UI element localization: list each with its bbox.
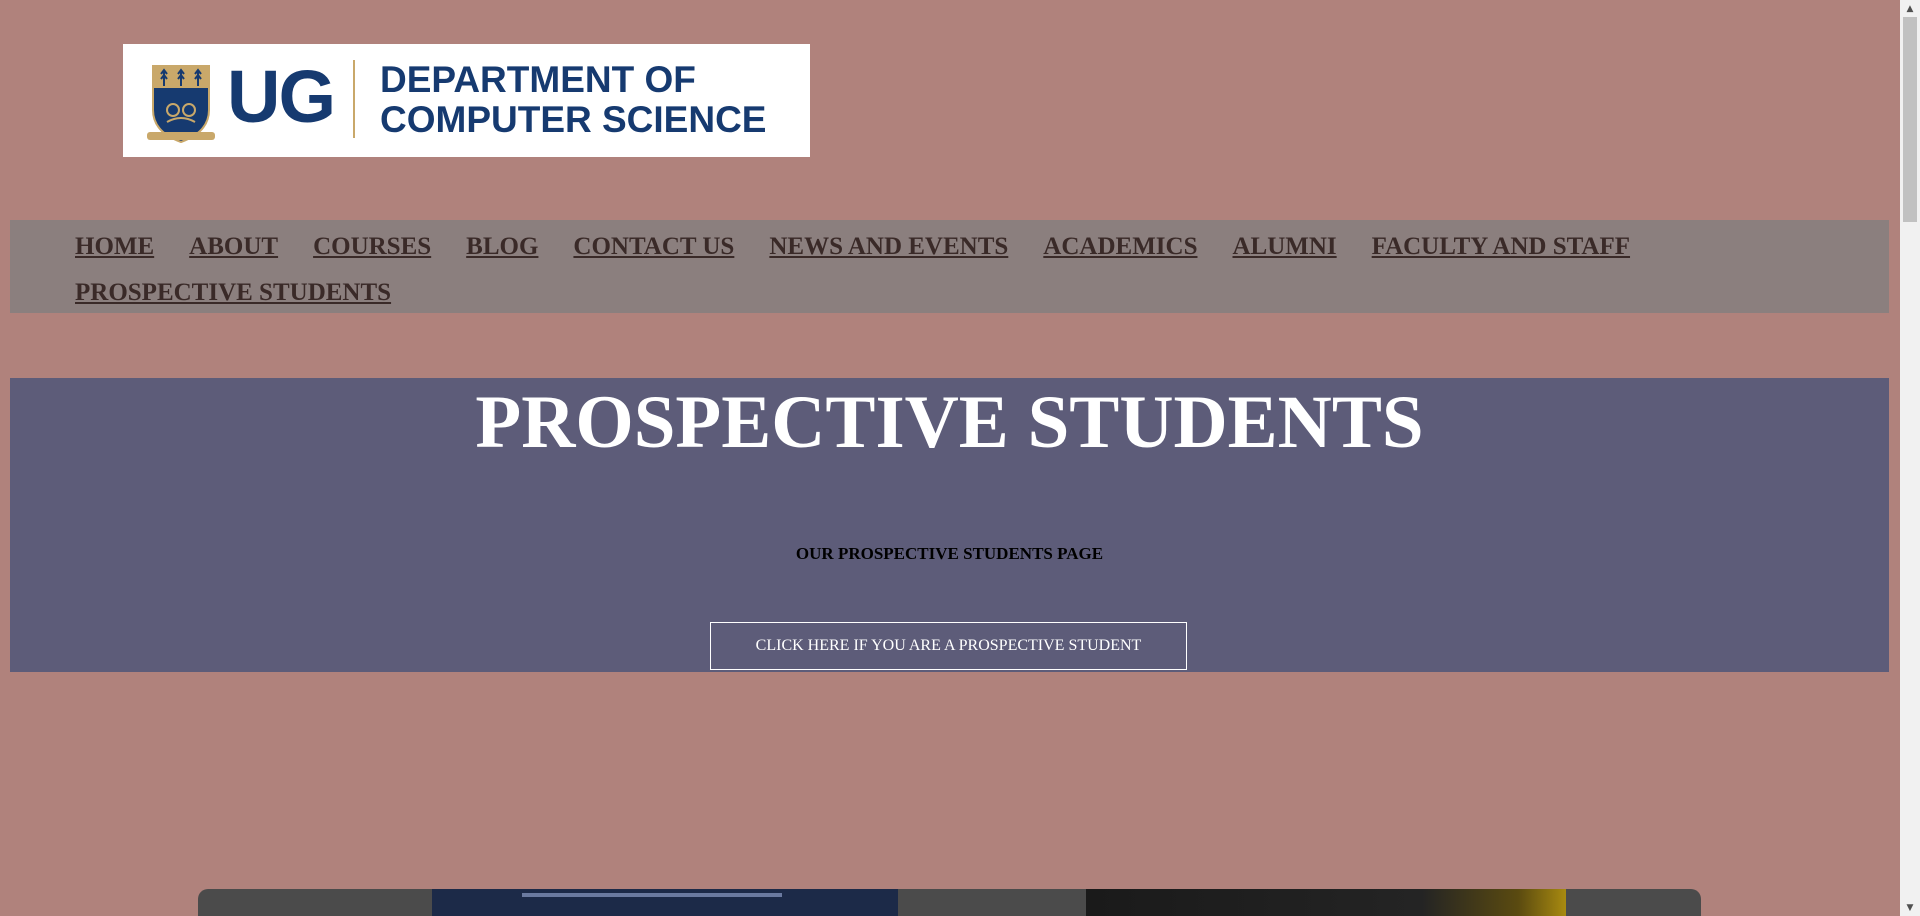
department-logo[interactable]: UG DEPARTMENT OF COMPUTER SCIENCE bbox=[123, 44, 810, 157]
nav-item-academics[interactable]: ACADEMICS bbox=[1043, 224, 1197, 270]
gallery-image bbox=[1086, 889, 1566, 916]
scrollbar-thumb[interactable] bbox=[1903, 17, 1917, 222]
nav-item-news-and-events[interactable]: NEWS AND EVENTS bbox=[769, 224, 1008, 270]
nav-item-faculty-and-staff[interactable]: FACULTY AND STAFF bbox=[1372, 224, 1630, 270]
nav-list: HOME ABOUT COURSES BLOG CONTACT US NEWS … bbox=[75, 224, 1855, 316]
vertical-scrollbar[interactable]: ▲ ▼ bbox=[1900, 0, 1920, 916]
hero-banner: PROSPECTIVE STUDENTS OUR PROSPECTIVE STU… bbox=[10, 378, 1889, 672]
main-nav: HOME ABOUT COURSES BLOG CONTACT US NEWS … bbox=[10, 220, 1889, 313]
page-title: PROSPECTIVE STUDENTS bbox=[475, 381, 1424, 464]
logo-department-text: DEPARTMENT OF COMPUTER SCIENCE bbox=[380, 59, 767, 140]
nav-item-home[interactable]: HOME bbox=[75, 224, 154, 270]
logo-divider bbox=[353, 60, 355, 138]
nav-item-blog[interactable]: BLOG bbox=[466, 224, 538, 270]
ug-crest-icon bbox=[147, 65, 215, 144]
hero-subtitle: OUR PROSPECTIVE STUDENTS PAGE bbox=[795, 544, 1104, 563]
nav-item-courses[interactable]: COURSES bbox=[313, 224, 431, 270]
logo-ug-text: UG bbox=[227, 55, 336, 138]
triangle-up-icon[interactable]: ▲ bbox=[1900, 0, 1920, 17]
nav-item-about[interactable]: ABOUT bbox=[189, 224, 278, 270]
nav-item-alumni[interactable]: ALUMNI bbox=[1232, 224, 1336, 270]
image-detail bbox=[522, 893, 782, 897]
page: UG DEPARTMENT OF COMPUTER SCIENCE HOME A… bbox=[0, 0, 1920, 916]
photo-gallery bbox=[198, 889, 1701, 916]
prospective-student-button[interactable]: CLICK HERE IF YOU ARE A PROSPECTIVE STUD… bbox=[710, 622, 1187, 670]
triangle-down-icon[interactable]: ▼ bbox=[1900, 899, 1920, 916]
nav-item-contact-us[interactable]: CONTACT US bbox=[573, 224, 734, 270]
gallery-image bbox=[432, 889, 898, 916]
nav-item-prospective-students[interactable]: PROSPECTIVE STUDENTS bbox=[75, 270, 391, 316]
